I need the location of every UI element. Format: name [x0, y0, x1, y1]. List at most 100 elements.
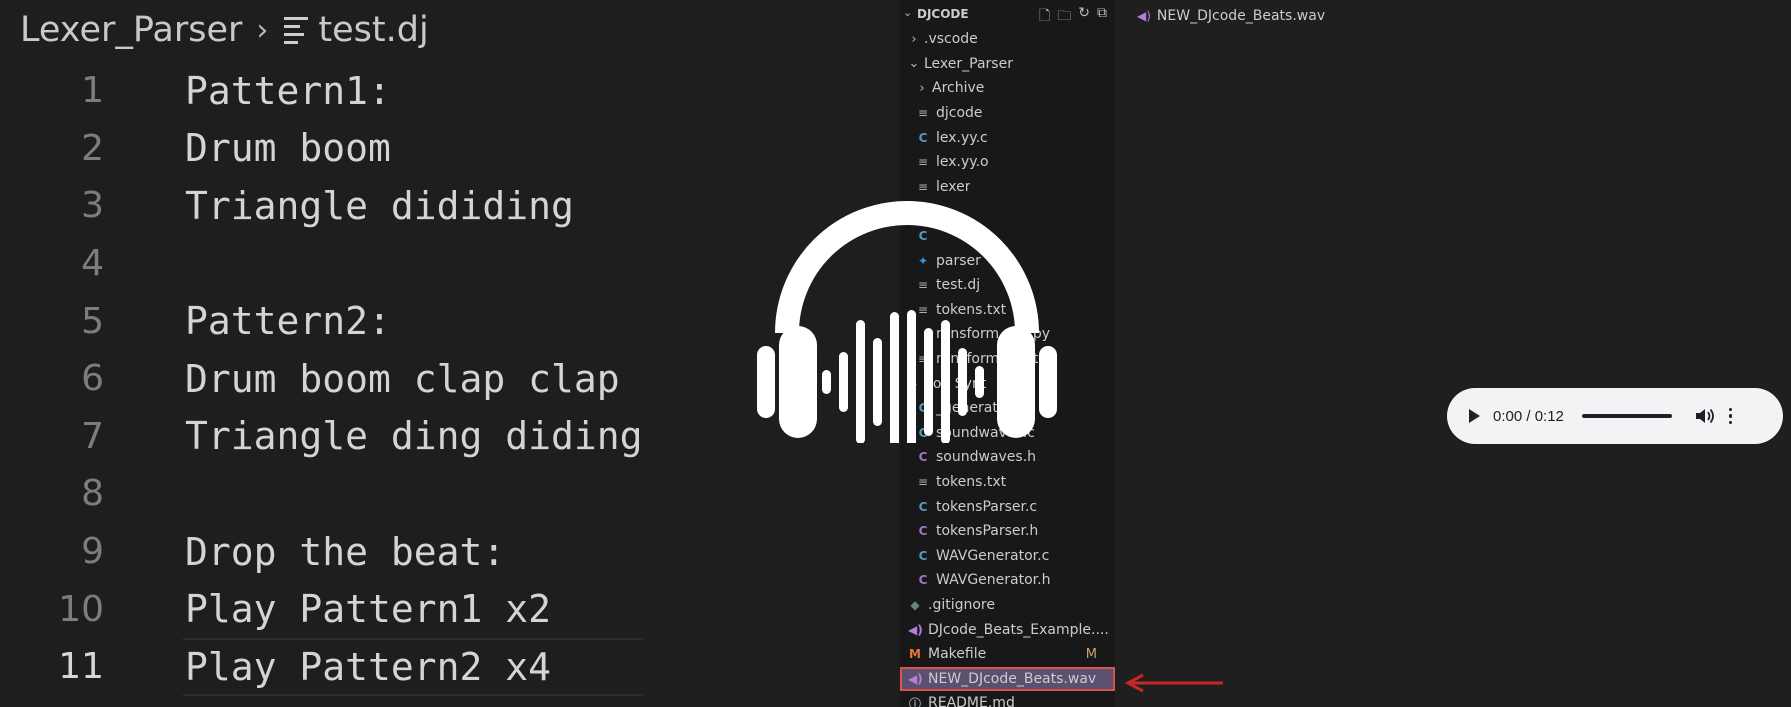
preview-tab[interactable]: ◀) NEW_DJcode_Beats.wav: [1137, 5, 1325, 27]
text-file-icon: ≡: [917, 106, 929, 121]
code-line[interactable]: 5 Pattern2:: [0, 292, 643, 350]
git-modified-badge: M: [1085, 646, 1097, 662]
audio-player[interactable]: 0:00 / 0:12: [1447, 388, 1783, 444]
explorer-file[interactable]: Csoundwaves.h: [900, 445, 1115, 470]
c-file-icon: C: [918, 499, 928, 514]
explorer-item-label: lex.yy.o: [936, 154, 989, 171]
explorer-header: ⌄ DJCODE 🗋 🗀 ↻ ⧉: [900, 0, 1115, 28]
code-line[interactable]: 1 Pattern1:: [0, 62, 643, 120]
explorer-title[interactable]: DJCODE: [917, 7, 969, 21]
explorer-file[interactable]: ⓘ README.md: [900, 691, 1115, 707]
explorer-item-label: soundwaves.h: [936, 449, 1037, 466]
code-line[interactable]: 11 Play Pattern2 x4: [0, 637, 643, 696]
line-text[interactable]: Drum boom: [185, 126, 391, 170]
explorer-item-label: README.md: [928, 695, 1015, 707]
line-text[interactable]: Pattern2:: [185, 299, 391, 343]
c-file-icon: C: [918, 548, 928, 563]
text-file-icon: ≡: [917, 155, 929, 170]
line-number: 4: [81, 243, 104, 285]
explorer-file[interactable]: ◆ .gitignore: [900, 593, 1115, 618]
explorer-actions: 🗋 🗀 ↻ ⧉: [1039, 5, 1107, 29]
code-line[interactable]: 3 Triangle dididing: [0, 177, 643, 235]
header-file-icon: C: [918, 524, 928, 539]
gitignore-icon: ◆: [910, 598, 920, 613]
audio-file-icon: ◀): [908, 671, 923, 686]
explorer-item-label: lex.yy.c: [936, 129, 988, 146]
chevron-right-icon: ›: [256, 12, 269, 48]
line-number: 5: [81, 300, 104, 342]
explorer-folder[interactable]: › .vscode: [900, 27, 1115, 52]
code-line[interactable]: 4: [0, 235, 643, 293]
explorer-file[interactable]: CtokensParser.h: [900, 519, 1115, 544]
explorer-file[interactable]: C WAVGenerator.h: [900, 568, 1115, 593]
chevron-right-icon[interactable]: ›: [916, 81, 928, 96]
header-file-icon: C: [918, 573, 928, 588]
refresh-icon[interactable]: ↻: [1078, 5, 1090, 29]
line-number: 8: [81, 473, 104, 515]
text-file-icon: ≡: [917, 475, 929, 490]
audio-icon: ◀): [1137, 9, 1151, 23]
explorer-file[interactable]: CtokensParser.c: [900, 494, 1115, 519]
code-lines[interactable]: 1 Pattern1: 2 Drum boom 3 Triangle dididing 4 5…: [0, 62, 643, 696]
explorer-file[interactable]: ◀) DJcode_Beats_Example....: [900, 617, 1115, 642]
explorer-item-label: tokens.txt: [936, 474, 1007, 491]
explorer-file[interactable]: ◀) NEW_DJcode_Beats.wav: [900, 666, 1115, 692]
explorer-item-label: Makefile: [928, 646, 987, 663]
header-file-icon: C: [918, 450, 928, 465]
breadcrumb-folder[interactable]: Lexer_Parser: [20, 10, 242, 50]
code-line[interactable]: 10 Play Pattern1 x2: [0, 580, 643, 638]
explorer-file[interactable]: Clex.yy.c: [900, 125, 1115, 150]
line-text[interactable]: Drop the beat:: [185, 530, 505, 574]
red-arrow-annotation: [1124, 673, 1223, 693]
text-file-icon: [284, 16, 309, 44]
audio-progress-slider[interactable]: [1581, 414, 1672, 418]
explorer-file[interactable]: ≡ djcode: [900, 101, 1115, 126]
info-icon: ⓘ: [908, 696, 921, 707]
explorer-file[interactable]: M Makefile M: [900, 642, 1115, 667]
code-line[interactable]: 8: [0, 465, 643, 523]
collapse-all-icon[interactable]: ⧉: [1097, 5, 1107, 29]
explorer-item-label: tokensParser.c: [936, 498, 1038, 515]
new-folder-icon[interactable]: 🗀: [1057, 5, 1071, 29]
line-text[interactable]: Pattern1:: [185, 69, 391, 113]
explorer-item-label: .gitignore: [928, 597, 995, 614]
code-line[interactable]: 9 Drop the beat:: [0, 523, 643, 581]
breadcrumb: Lexer_Parser › test.dj: [20, 8, 429, 52]
volume-icon[interactable]: [1695, 407, 1715, 425]
explorer-item-label: NEW_DJcode_Beats.wav: [928, 670, 1097, 687]
c-file-icon: C: [918, 130, 928, 145]
explorer-file[interactable]: C WAVGenerator.c: [900, 544, 1115, 569]
line-text[interactable]: Play Pattern1 x2: [185, 587, 551, 631]
audio-file-icon: ◀): [908, 622, 923, 637]
code-line[interactable]: 2 Drum boom: [0, 120, 643, 178]
explorer-item-label: djcode: [936, 105, 983, 122]
line-number: 2: [81, 127, 104, 169]
more-options-icon[interactable]: [1728, 407, 1733, 425]
breadcrumb-file[interactable]: test.dj: [318, 10, 428, 50]
play-icon[interactable]: [1469, 409, 1480, 423]
line-number: 7: [81, 415, 104, 457]
chevron-down-icon[interactable]: ⌄: [908, 56, 920, 71]
code-line[interactable]: 7 Triangle ding diding: [0, 408, 643, 466]
code-line[interactable]: 6 Drum boom clap clap: [0, 350, 643, 408]
line-text[interactable]: Triangle dididing: [185, 184, 574, 228]
explorer-item-label: .vscode: [924, 31, 978, 48]
explorer-item-label: WAVGenerator.c: [936, 547, 1050, 564]
line-text[interactable]: Play Pattern2 x4: [185, 645, 551, 689]
explorer-item-label: Lexer_Parser: [924, 55, 1013, 72]
new-file-icon[interactable]: 🗋: [1039, 5, 1050, 29]
line-number: 3: [81, 185, 104, 227]
explorer-item-label: WAVGenerator.h: [936, 572, 1051, 589]
line-number: 10: [58, 588, 104, 630]
explorer-folder[interactable]: ⌄ Lexer_Parser: [900, 52, 1115, 77]
line-text[interactable]: Drum boom clap clap: [185, 357, 620, 401]
explorer-item-label: DJcode_Beats_Example....: [928, 621, 1109, 638]
line-text[interactable]: Triangle ding diding: [185, 414, 643, 458]
chevron-down-icon[interactable]: ⌄: [903, 6, 912, 19]
explorer-file[interactable]: ≡ tokens.txt: [900, 470, 1115, 495]
explorer-folder[interactable]: › Archive: [900, 76, 1115, 101]
makefile-icon: M: [909, 647, 921, 662]
preview-tab-label: NEW_DJcode_Beats.wav: [1156, 8, 1326, 24]
chevron-right-icon[interactable]: ›: [908, 32, 920, 47]
explorer-file[interactable]: ≡ lex.yy.o: [900, 150, 1115, 175]
